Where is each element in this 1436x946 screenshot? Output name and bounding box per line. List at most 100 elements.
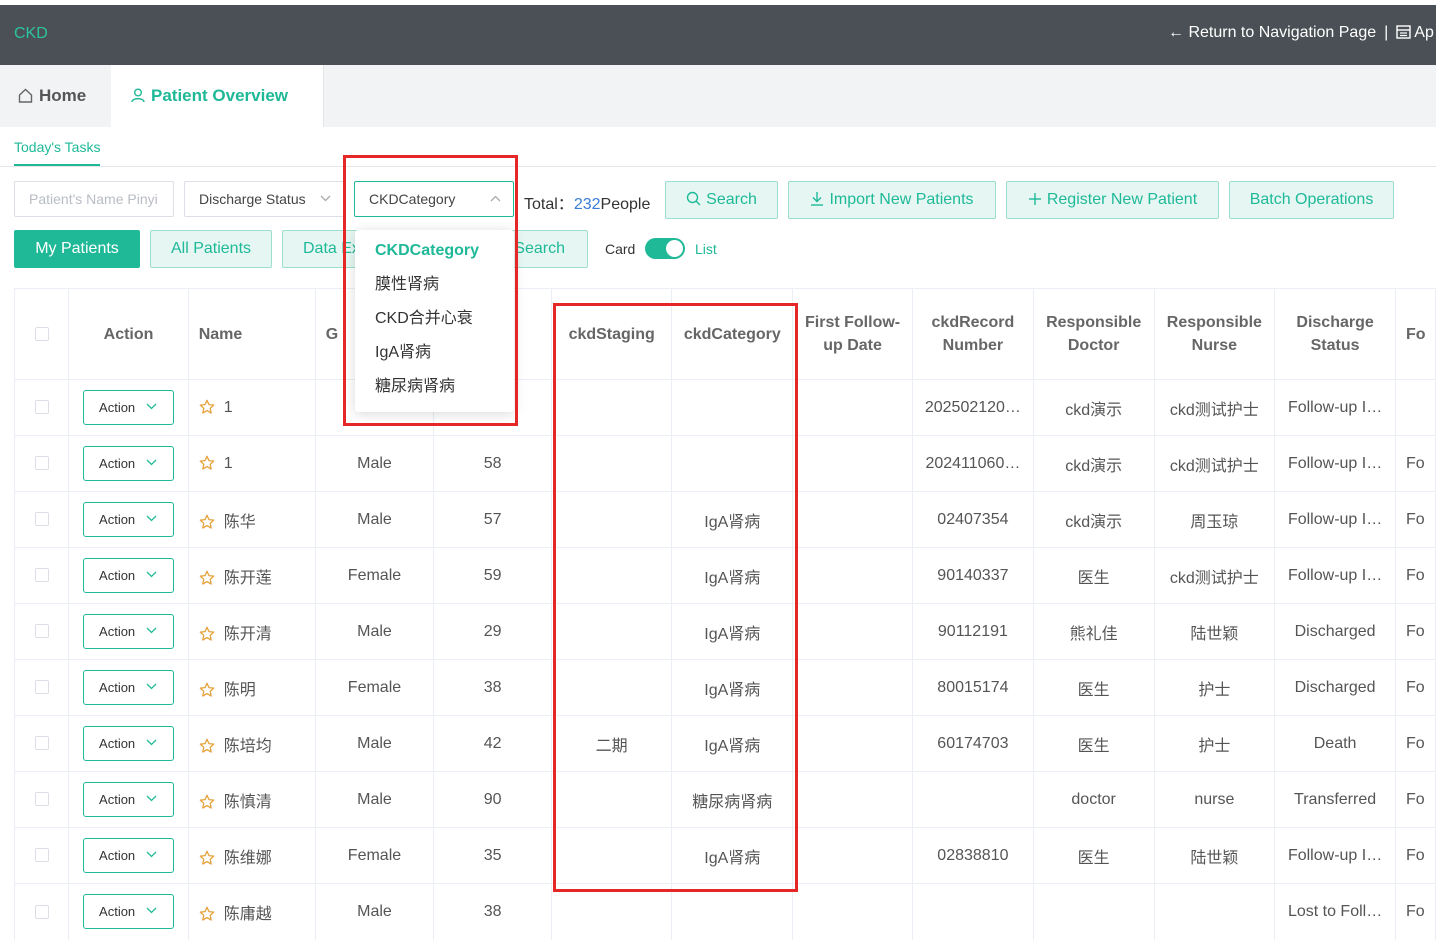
import-patients-button[interactable]: Import New Patients	[788, 181, 996, 219]
star-icon[interactable]	[199, 626, 215, 642]
table-row[interactable]: Action 陈慎清 Male 90 糖尿病肾病 doctor nurse Transferr…	[13, 771, 1436, 828]
name-cell: 陈庸越	[187, 883, 316, 940]
row-checkbox[interactable]	[34, 792, 49, 807]
tab-patient-overview[interactable]: Patient Overview	[111, 65, 324, 127]
discharge-status-select[interactable]: Discharge Status	[184, 181, 344, 217]
doctor-cell: ckd演示	[1032, 379, 1155, 436]
ckd-staging-cell	[550, 435, 673, 492]
chevron-down-icon	[320, 195, 331, 202]
row-select-cell	[13, 435, 70, 492]
record-number-cell: 60174703	[911, 715, 1034, 772]
toggle-knob	[666, 240, 683, 257]
row-checkbox[interactable]	[34, 736, 49, 751]
card-view-label[interactable]: Card	[605, 241, 635, 257]
row-checkbox[interactable]	[34, 904, 49, 919]
gender-cell: Male	[314, 715, 435, 772]
table-row[interactable]: Action 陈开清 Male 29 IgA肾病 90112191 熊礼佳 陆世颖 Discha…	[13, 603, 1436, 660]
action-dropdown-button[interactable]: Action	[83, 614, 175, 649]
table-row[interactable]: Action 陈庸越 Male 38 Lost to Foll… Fo	[13, 883, 1436, 940]
table-row[interactable]: Action 陈培均 Male 42 二期 IgA肾病 60174703 医生 护士 Death F…	[13, 715, 1436, 772]
patient-name[interactable]: 陈庸越	[224, 906, 272, 923]
star-icon[interactable]	[199, 738, 215, 754]
search-button[interactable]: Search	[665, 181, 778, 219]
batch-operations-button[interactable]: Batch Operations	[1229, 181, 1394, 219]
select-all-checkbox[interactable]	[34, 327, 49, 342]
patient-name[interactable]: 陈华	[224, 514, 256, 531]
row-checkbox[interactable]	[34, 848, 49, 863]
action-button-label: Action	[99, 512, 136, 527]
dropdown-option[interactable]: IgA肾病	[355, 336, 514, 370]
table-row[interactable]: Action 1 Male 58 202411060… ckd演示 ckd测试护士 Follo…	[13, 435, 1436, 492]
row-checkbox[interactable]	[34, 624, 49, 639]
table-row[interactable]: Action 陈维娜 Female 35 IgA肾病 02838810 医生 陆世颖 Follo…	[13, 827, 1436, 884]
dropdown-option[interactable]: CKD合并心衰	[355, 302, 514, 336]
star-icon[interactable]	[199, 906, 215, 922]
tab-todays-tasks[interactable]: Today's Tasks	[14, 139, 101, 166]
all-patients-button[interactable]: All Patients	[150, 230, 272, 268]
table-row[interactable]: Action 陈明 Female 38 IgA肾病 80015174 医生 护士 Dischar…	[13, 659, 1436, 716]
record-number-cell: 90140337	[911, 547, 1034, 604]
fo-cell: Fo	[1394, 491, 1436, 548]
gender-cell: Female	[314, 827, 435, 884]
patient-name[interactable]: 陈明	[224, 682, 256, 699]
action-dropdown-button[interactable]: Action	[83, 670, 175, 705]
row-checkbox[interactable]	[34, 456, 49, 471]
star-icon[interactable]	[199, 514, 215, 530]
name-cell: 陈开莲	[187, 547, 316, 604]
dropdown-option[interactable]: 膜性肾病	[355, 268, 514, 302]
patient-name[interactable]: 1	[224, 455, 233, 472]
patient-name[interactable]: 陈维娜	[224, 850, 272, 867]
row-checkbox[interactable]	[34, 568, 49, 583]
ckd-category-select[interactable]: CKDCategory	[354, 181, 514, 217]
return-navigation-link[interactable]: ← Return to Navigation Page	[1168, 24, 1376, 41]
age-cell: 35	[433, 827, 552, 884]
action-button-label: Action	[99, 792, 136, 807]
age-cell: 38	[433, 883, 552, 940]
my-patients-button[interactable]: My Patients	[14, 230, 140, 268]
dropdown-option[interactable]: CKDCategory	[355, 234, 514, 268]
patient-name[interactable]: 1	[224, 399, 233, 416]
row-checkbox[interactable]	[34, 400, 49, 415]
patient-name[interactable]: 陈培均	[224, 738, 272, 755]
gender-cell: Female	[314, 659, 435, 716]
star-icon[interactable]	[199, 682, 215, 698]
action-dropdown-button[interactable]: Action	[83, 838, 175, 873]
tab-home[interactable]: Home	[0, 65, 111, 127]
dropdown-option[interactable]: 糖尿病肾病	[355, 370, 514, 404]
name-cell: 1	[187, 435, 316, 492]
ckd-category-cell	[671, 883, 794, 940]
action-dropdown-button[interactable]: Action	[83, 726, 175, 761]
view-toggle-switch[interactable]	[645, 238, 685, 259]
ckd-staging-cell	[550, 883, 673, 940]
action-dropdown-button[interactable]: Action	[83, 782, 175, 817]
action-cell: Action	[68, 491, 189, 548]
register-patient-button[interactable]: Register New Patient	[1006, 181, 1219, 219]
table-row[interactable]: Action 陈华 Male 57 IgA肾病 02407354 ckd演示 周玉琼 Follo…	[13, 491, 1436, 548]
patient-name[interactable]: 陈开莲	[224, 570, 272, 587]
chevron-down-icon	[146, 571, 157, 578]
patient-name-input[interactable]: Patient's Name Pinyi	[14, 181, 174, 217]
row-checkbox[interactable]	[34, 512, 49, 527]
action-dropdown-button[interactable]: Action	[83, 558, 175, 593]
star-icon[interactable]	[199, 399, 215, 415]
first-followup-cell	[792, 771, 913, 828]
table-row[interactable]: Action 陈开莲 Female 59 IgA肾病 90140337 医生 ckd测试护士 F…	[13, 547, 1436, 604]
star-icon[interactable]	[199, 850, 215, 866]
star-icon[interactable]	[199, 455, 215, 471]
patient-name[interactable]: 陈慎清	[224, 794, 272, 811]
action-dropdown-button[interactable]: Action	[83, 502, 175, 537]
action-dropdown-button[interactable]: Action	[83, 446, 175, 481]
action-dropdown-button[interactable]: Action	[83, 894, 175, 930]
list-view-label[interactable]: List	[695, 241, 717, 257]
star-icon[interactable]	[199, 570, 215, 586]
separator: |	[1384, 24, 1389, 41]
nurse-cell: ckd测试护士	[1153, 547, 1276, 604]
patient-name[interactable]: 陈开清	[224, 626, 272, 643]
row-checkbox[interactable]	[34, 680, 49, 695]
chevron-up-icon	[490, 195, 501, 202]
action-dropdown-button[interactable]: Action	[83, 390, 175, 425]
table-row[interactable]: Action 1 202502120… ckd演示 ckd测试护士 Follow-up I…	[13, 379, 1436, 436]
app-link[interactable]: Ap	[1414, 24, 1434, 41]
star-icon[interactable]	[199, 794, 215, 810]
col-fo: Fo	[1394, 288, 1436, 380]
